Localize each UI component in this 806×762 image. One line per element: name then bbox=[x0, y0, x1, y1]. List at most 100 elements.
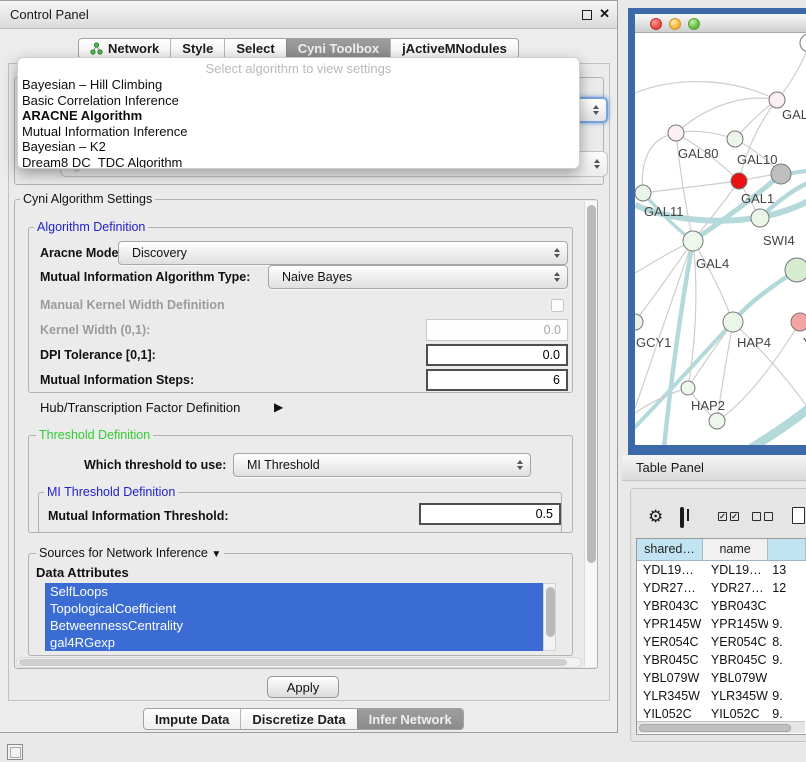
gear-icon[interactable]: ⚙ bbox=[648, 508, 663, 526]
tab-network-label: Network bbox=[108, 41, 159, 56]
table-column-header[interactable] bbox=[768, 539, 806, 560]
network-node[interactable] bbox=[723, 312, 743, 332]
tab-impute-data-label: Impute Data bbox=[155, 712, 229, 727]
algorithm-dropdown-item[interactable]: Bayesian – K2 bbox=[18, 139, 579, 155]
settings-vertical-scrollbar[interactable] bbox=[584, 201, 597, 667]
tab-style-label: Style bbox=[182, 41, 213, 56]
tab-style[interactable]: Style bbox=[170, 39, 224, 58]
algorithm-dropdown-item[interactable]: Bayesian – Hill Climbing bbox=[18, 77, 579, 93]
table-cell: 13 bbox=[768, 561, 806, 579]
table-row[interactable]: YBR045CYBR045C9. bbox=[637, 651, 806, 669]
select-all-columns-icon[interactable]: ✓ ✓ bbox=[718, 512, 739, 521]
tab-jactivemnodules-label: jActiveMNodules bbox=[402, 41, 507, 56]
algorithm-dropdown-item[interactable]: Mutual Information Inference bbox=[18, 124, 579, 140]
which-threshold-combo[interactable]: MI Threshold bbox=[233, 453, 531, 477]
table-horizontal-scrollbar[interactable] bbox=[637, 721, 805, 733]
table-column-header[interactable]: name bbox=[703, 539, 768, 560]
algorithm-dropdown-item[interactable]: Basic Correlation Inference bbox=[18, 93, 579, 109]
aracne-mode-combo[interactable]: Discovery bbox=[118, 241, 568, 265]
close-icon[interactable]: ✕ bbox=[599, 6, 610, 22]
which-threshold-label: Which threshold to use: bbox=[84, 458, 226, 472]
deselect-all-columns-icon[interactable] bbox=[752, 512, 773, 521]
table-row[interactable]: YDR27…YDR27…12 bbox=[637, 579, 806, 597]
document-icon[interactable] bbox=[792, 507, 805, 524]
attributes-list-scrollbar[interactable] bbox=[543, 583, 556, 651]
tab-network[interactable]: Network bbox=[79, 39, 170, 58]
aracne-mode-value: Discovery bbox=[132, 246, 187, 260]
network-node[interactable] bbox=[727, 131, 743, 147]
network-node[interactable] bbox=[635, 314, 643, 330]
columns-icon[interactable] bbox=[680, 507, 684, 528]
algorithm-dropdown-item[interactable]: Dream8 DC_TDC Algorithm bbox=[18, 155, 579, 170]
table-cell: YDR27… bbox=[637, 579, 703, 597]
network-node[interactable] bbox=[635, 185, 651, 201]
scrollbar-thumb[interactable] bbox=[587, 205, 596, 563]
table-row[interactable]: YDL19…YDL19…13 bbox=[637, 561, 806, 579]
tab-jactivemnodules[interactable]: jActiveMNodules bbox=[390, 39, 518, 58]
control-panel-title: Control Panel bbox=[10, 7, 89, 22]
tab-select[interactable]: Select bbox=[224, 39, 285, 58]
apply-button[interactable]: Apply bbox=[267, 676, 339, 698]
kernel-width-field[interactable]: 0.0 bbox=[426, 319, 568, 341]
float-window-icon[interactable] bbox=[582, 10, 592, 20]
data-attribute-item[interactable]: BetweennessCentrality bbox=[45, 617, 543, 634]
network-edge bbox=[643, 181, 739, 193]
window-restore-icon[interactable] bbox=[7, 744, 23, 760]
mi-steps-label: Mutual Information Steps: bbox=[40, 373, 194, 387]
table-row[interactable]: YLR345WYLR345W9. bbox=[637, 687, 806, 705]
manual-kernel-label: Manual Kernel Width Definition bbox=[40, 298, 225, 312]
screen: Control Panel ✕ Network Style Select bbox=[0, 0, 806, 762]
combo-stepper-icon bbox=[554, 272, 560, 282]
table-row[interactable]: YPR145WYPR145W9. bbox=[637, 615, 806, 633]
network-node[interactable] bbox=[709, 413, 725, 429]
algorithm-dropdown-list: Bayesian – Hill ClimbingBasic Correlatio… bbox=[18, 77, 579, 169]
network-window-titlebar[interactable] bbox=[635, 14, 806, 33]
network-node[interactable] bbox=[731, 173, 747, 189]
network-canvas[interactable]: GALGAL80GAL10GAL1GAL11SWI4GAL4GCY1HAP4YH… bbox=[635, 33, 806, 445]
mi-threshold-field[interactable]: 0.5 bbox=[419, 503, 561, 525]
table-row[interactable]: YER054CYER054C8. bbox=[637, 633, 806, 651]
hub-definition-expander-label[interactable]: Hub/Transcription Factor Definition bbox=[40, 400, 240, 415]
network-node[interactable] bbox=[769, 92, 785, 108]
combo-stepper-icon bbox=[594, 159, 600, 169]
table-column-header[interactable]: shared… bbox=[637, 539, 703, 560]
network-node[interactable] bbox=[800, 34, 806, 52]
minimize-traffic-light[interactable] bbox=[669, 18, 681, 30]
network-node[interactable] bbox=[751, 209, 769, 227]
network-node[interactable] bbox=[683, 231, 703, 251]
data-attributes-list: SelfLoopsTopologicalCoefficientBetweenne… bbox=[45, 583, 543, 651]
tab-cyni-toolbox[interactable]: Cyni Toolbox bbox=[286, 39, 390, 58]
mi-steps-field[interactable]: 6 bbox=[426, 369, 568, 391]
table-row[interactable]: YBL079WYBL079W bbox=[637, 669, 806, 687]
table-cell: YBR045C bbox=[703, 651, 768, 669]
tab-infer-network[interactable]: Infer Network bbox=[357, 709, 463, 729]
scrollbar-thumb[interactable] bbox=[19, 659, 567, 666]
table-panel-title: Table Panel bbox=[636, 460, 704, 475]
sources-title[interactable]: Sources for Network Inference ▼ bbox=[36, 546, 224, 560]
zoom-traffic-light[interactable] bbox=[688, 18, 700, 30]
data-attribute-item[interactable]: SelfLoops bbox=[45, 583, 543, 600]
data-attribute-item[interactable]: TopologicalCoefficient bbox=[45, 600, 543, 617]
scrollbar-thumb[interactable] bbox=[546, 587, 555, 637]
expander-arrow-icon[interactable]: ▶ bbox=[274, 400, 283, 414]
scrollbar-thumb[interactable] bbox=[639, 724, 791, 732]
network-node[interactable] bbox=[681, 381, 695, 395]
close-traffic-light[interactable] bbox=[650, 18, 662, 30]
tab-impute-data[interactable]: Impute Data bbox=[144, 709, 240, 729]
network-node[interactable] bbox=[785, 258, 806, 282]
data-attribute-item[interactable]: gal4RGexp bbox=[45, 634, 543, 651]
network-node-label: HAP2 bbox=[691, 398, 725, 413]
collapse-arrow-icon[interactable]: ▼ bbox=[211, 549, 221, 560]
tab-discretize-data[interactable]: Discretize Data bbox=[240, 709, 356, 729]
network-node[interactable] bbox=[771, 164, 791, 184]
mi-type-combo[interactable]: Naive Bayes bbox=[268, 265, 568, 289]
network-node-label: GCY1 bbox=[636, 335, 671, 350]
combo-stepper-icon bbox=[593, 105, 599, 115]
dpi-tolerance-field[interactable]: 0.0 bbox=[426, 344, 568, 366]
algorithm-dropdown-item[interactable]: ARACNE Algorithm bbox=[18, 108, 579, 124]
table-row[interactable]: YBR043CYBR043C bbox=[637, 597, 806, 615]
manual-kernel-checkbox[interactable] bbox=[551, 299, 564, 312]
network-node[interactable] bbox=[791, 313, 806, 331]
settings-horizontal-scrollbar[interactable] bbox=[16, 657, 582, 668]
network-node[interactable] bbox=[668, 125, 684, 141]
